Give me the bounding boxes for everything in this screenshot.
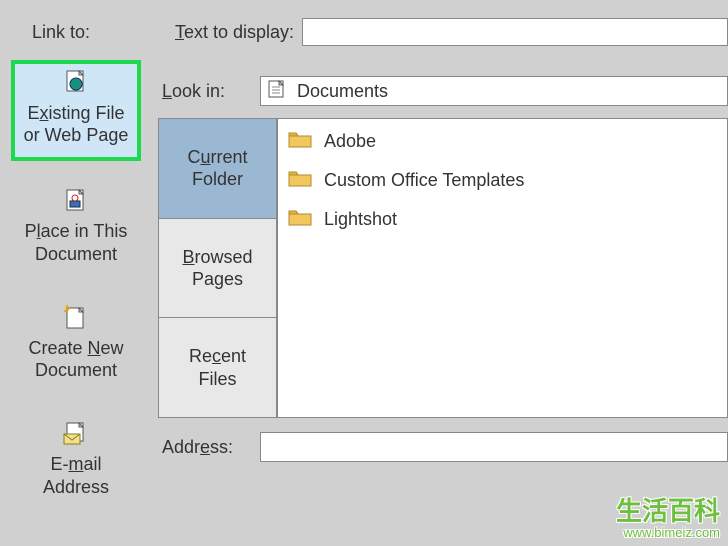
look-in-value: Documents <box>297 81 388 102</box>
browse-nav: CurrentFolder BrowsedPages RecentFiles <box>159 119 277 417</box>
linkto-existing-file[interactable]: Existing Fileor Web Page <box>11 60 141 161</box>
link-to-label: Link to: <box>0 22 145 43</box>
nav-current-folder[interactable]: CurrentFolder <box>159 119 276 219</box>
folder-icon <box>288 207 312 232</box>
file-name: Custom Office Templates <box>324 170 524 191</box>
nav-recent-files[interactable]: RecentFiles <box>159 318 276 417</box>
file-name: Lightshot <box>324 209 397 230</box>
web-page-icon <box>62 70 90 102</box>
documents-folder-icon <box>267 79 287 104</box>
list-item[interactable]: Lightshot <box>288 205 717 234</box>
linkto-create-new[interactable]: Create NewDocument <box>11 297 141 394</box>
link-to-sidebar: Existing Fileor Web Page Place in ThisDo… <box>0 56 148 530</box>
text-to-display-label: Text to display: <box>175 22 294 43</box>
folder-icon <box>288 168 312 193</box>
nav-browsed-pages[interactable]: BrowsedPages <box>159 219 276 319</box>
document-target-icon <box>62 189 90 221</box>
look-in-select[interactable]: Documents <box>260 76 728 106</box>
linkto-email[interactable]: E-mailAddress <box>11 414 141 511</box>
file-name: Adobe <box>324 131 376 152</box>
linkto-place-in-doc[interactable]: Place in ThisDocument <box>11 181 141 278</box>
list-item[interactable]: Adobe <box>288 127 717 156</box>
list-item[interactable]: Custom Office Templates <box>288 166 717 195</box>
text-to-display-input[interactable] <box>302 18 728 46</box>
folder-icon <box>288 129 312 154</box>
file-list: Adobe Custom Office Templates Lightshot <box>277 119 727 417</box>
address-label: Address: <box>162 437 260 458</box>
new-document-icon <box>62 305 90 337</box>
browse-block: CurrentFolder BrowsedPages RecentFiles A… <box>158 118 728 418</box>
address-input[interactable] <box>260 432 728 462</box>
look-in-label: Look in: <box>162 81 260 102</box>
email-icon <box>62 422 90 454</box>
